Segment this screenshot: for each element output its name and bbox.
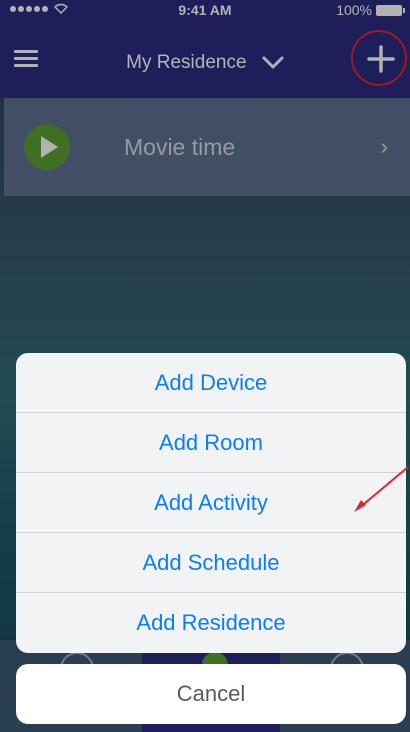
cancel-button[interactable]: Cancel (16, 664, 406, 724)
add-schedule-button[interactable]: Add Schedule (16, 533, 406, 593)
add-device-button[interactable]: Add Device (16, 353, 406, 413)
add-room-button[interactable]: Add Room (16, 413, 406, 473)
annotation-arrow-icon (354, 466, 409, 512)
add-residence-button[interactable]: Add Residence (16, 593, 406, 653)
app-screen: 9:41 AM 100% My Residence Movie time › A… (0, 0, 410, 732)
add-activity-button[interactable]: Add Activity (16, 473, 406, 533)
add-action-sheet: Add Device Add Room Add Activity Add Sch… (16, 353, 406, 653)
